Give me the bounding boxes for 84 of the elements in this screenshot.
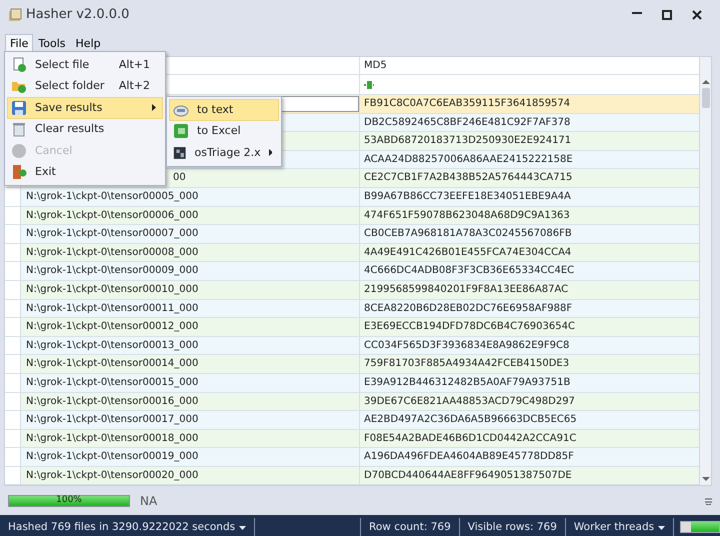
table-row[interactable]: N:\grok-1\ckpt-0\tensor00012_000 E3E69ECCB194DFD78DC6B4C76903654C	[5, 318, 699, 337]
progress-text: 100%	[55, 494, 83, 508]
grip-icon[interactable]	[705, 497, 712, 506]
menu-item[interactable]: Select file Alt+1	[7, 54, 163, 76]
caret-icon	[239, 526, 246, 530]
table-row[interactable]: N:\grok-1\ckpt-0\tensor00011_000 8CEA8220B6D28EB02DC76E6958AF988F	[5, 300, 699, 318]
menu-item[interactable]: Select folder Alt+2	[7, 76, 163, 97]
visible-rows-text: Visible rows: 769	[460, 518, 566, 536]
caret-icon	[658, 526, 666, 530]
close-icon	[692, 10, 702, 20]
table-cell-text: N:\grok-1\ckpt-0\tensor00005_000	[25, 190, 200, 204]
hash-summary-dropdown[interactable]: Hashed 769 files in 3290.9222022 seconds	[0, 518, 256, 536]
table-cell-text: N:\grok-1\ckpt-0\tensor00015_000	[25, 376, 200, 390]
table-cell-text: N:\grok-1\ckpt-0\tensor00016_000	[25, 394, 200, 408]
row-header[interactable]	[5, 188, 21, 206]
table-row[interactable]: N:\grok-1\ckpt-0\tensor00017_000 AE2BD497A2C36DA6A5B96663DCB5EC65	[5, 411, 699, 430]
table-row[interactable]: N:\grok-1\ckpt-0\tensor00005_000 B99A67B86CC73EEFE18E34051EBE9A4A	[5, 188, 699, 207]
table-row[interactable]: N:\grok-1\ckpt-0\tensor00015_000 E39A912B446312482B5A0AF79A93751B	[5, 374, 699, 392]
submenu-arrow-icon	[268, 149, 272, 156]
row-header[interactable]	[5, 448, 21, 466]
scroll-down-icon[interactable]	[702, 476, 710, 482]
table-cell-text: N:\grok-1\ckpt-0\tensor00017_000	[25, 413, 200, 428]
table-cell-text: N:\grok-1\ckpt-0\tensor00006_000	[25, 208, 200, 223]
maximize-icon	[662, 10, 672, 20]
row-header[interactable]	[5, 300, 21, 318]
table-row[interactable]: N:\grok-1\ckpt-0\tensor00007_000 CB0CEB7A968181A78A3C0245567086FB	[5, 225, 699, 244]
row-header[interactable]	[5, 244, 21, 262]
grid-icon	[173, 144, 186, 161]
menu-item[interactable]: Tools	[33, 34, 71, 54]
trash-bin-icon	[11, 121, 27, 138]
table-row[interactable]: N:\grok-1\ckpt-0\tensor00019_000 A196DA496FDEA4604AB89E45778DD85F	[5, 448, 699, 467]
table-cell-text: N:\grok-1\ckpt-0\tensor00007_000	[25, 227, 200, 242]
status-label: NA	[140, 493, 158, 510]
row-header[interactable]	[5, 466, 21, 484]
worker-threads-dropdown[interactable]: Worker threads	[566, 518, 674, 536]
table-row[interactable]: N:\grok-1\ckpt-0\tensor00016_000 39DE67C6E821AA48853ACD79C498D297	[5, 392, 699, 412]
stop-icon	[11, 142, 27, 159]
menu-item[interactable]: to text	[169, 99, 279, 120]
row-header[interactable]	[5, 374, 21, 392]
table-cell-text: N:\grok-1\ckpt-0\tensor00008_000	[25, 246, 200, 260]
shortcut-text: Alt+2	[118, 78, 150, 94]
table-cell-text: N:\grok-1\ckpt-0\tensor00020_000	[25, 468, 200, 483]
table-row[interactable]: N:\grok-1\ckpt-0\tensor00010_000 2199568599840201F9F8A13EE86A87AC	[5, 280, 699, 300]
table-row[interactable]: N:\grok-1\ckpt-0\tensor00020_000 D70BCD440644AE8FF9649051387507DE	[5, 466, 699, 486]
row-header[interactable]	[5, 336, 21, 354]
worker-progress-bar	[680, 521, 720, 534]
table-cell-text: N:\grok-1\ckpt-0\tensor00012_000	[25, 320, 200, 334]
table-row[interactable]: N:\grok-1\ckpt-0\tensor00009_000 4C666DC4ADB08F3F3CB36E65334CC4EC	[5, 262, 699, 281]
row-count-text: Row count: 769	[361, 518, 460, 536]
row-header[interactable]	[5, 411, 21, 429]
submenu-arrow-icon	[152, 104, 156, 112]
spreadsheet-icon	[173, 123, 189, 140]
filter-icon[interactable]	[364, 80, 374, 90]
table-row[interactable]: N:\grok-1\ckpt-0\tensor00018_000 F08E54A2BADE46B6D1CD0442A2CCA91C	[5, 430, 699, 448]
table-row[interactable]: N:\grok-1\ckpt-0\tensor00013_000 CC034F565D3F3936834E8A9862E9F9C8	[5, 336, 699, 356]
row-header[interactable]	[5, 262, 21, 280]
shortcut-text: Alt+1	[118, 56, 150, 72]
table-cell-text: N:\grok-1\ckpt-0\tensor00018_000	[25, 432, 200, 446]
row-header[interactable]	[5, 206, 21, 224]
window-title: Hasher v2.0.0.0	[26, 6, 130, 24]
row-header[interactable]	[5, 280, 21, 299]
table-cell-text: N:\grok-1\ckpt-0\tensor00009_000	[25, 264, 200, 278]
table-cell-text: N:\grok-1\ckpt-0\tensor00013_000	[25, 338, 200, 353]
row-header[interactable]	[5, 318, 21, 336]
table-row[interactable]: N:\grok-1\ckpt-0\tensor00014_000 759F81703F885A4934A42FCEB4150DE3	[5, 355, 699, 374]
app-icon	[8, 8, 22, 22]
table-cell-text: N:\grok-1\ckpt-0\tensor00014_000	[25, 357, 200, 372]
door-icon	[11, 164, 27, 180]
table-cell-text: N:\grok-1\ckpt-0\tensor00010_000	[25, 282, 200, 297]
table-cell-text: N:\grok-1\ckpt-0\tensor00011_000	[25, 302, 200, 316]
row-header[interactable]	[5, 392, 21, 410]
table-cell: 00	[173, 172, 186, 184]
menu-item[interactable]: Save results	[7, 97, 163, 118]
scroll-up-icon[interactable]	[702, 79, 710, 85]
table-row[interactable]: N:\grok-1\ckpt-0\tensor00008_000 4A49E491C426B01E455FCA74E304CCA4	[5, 244, 699, 262]
table-row[interactable]: N:\grok-1\ckpt-0\tensor00006_000 474F651F59078B623048A68D9C9A1363	[5, 206, 699, 226]
row-header[interactable]	[5, 430, 21, 448]
minimize-icon	[632, 12, 642, 14]
menu-item[interactable]: Help	[70, 34, 106, 54]
table-cell-text: N:\grok-1\ckpt-0\tensor00019_000	[25, 450, 200, 464]
scrollbar-thumb[interactable]	[702, 88, 710, 108]
row-header[interactable]	[5, 355, 21, 373]
add-file-icon	[11, 56, 27, 73]
row-header[interactable]	[5, 225, 21, 243]
